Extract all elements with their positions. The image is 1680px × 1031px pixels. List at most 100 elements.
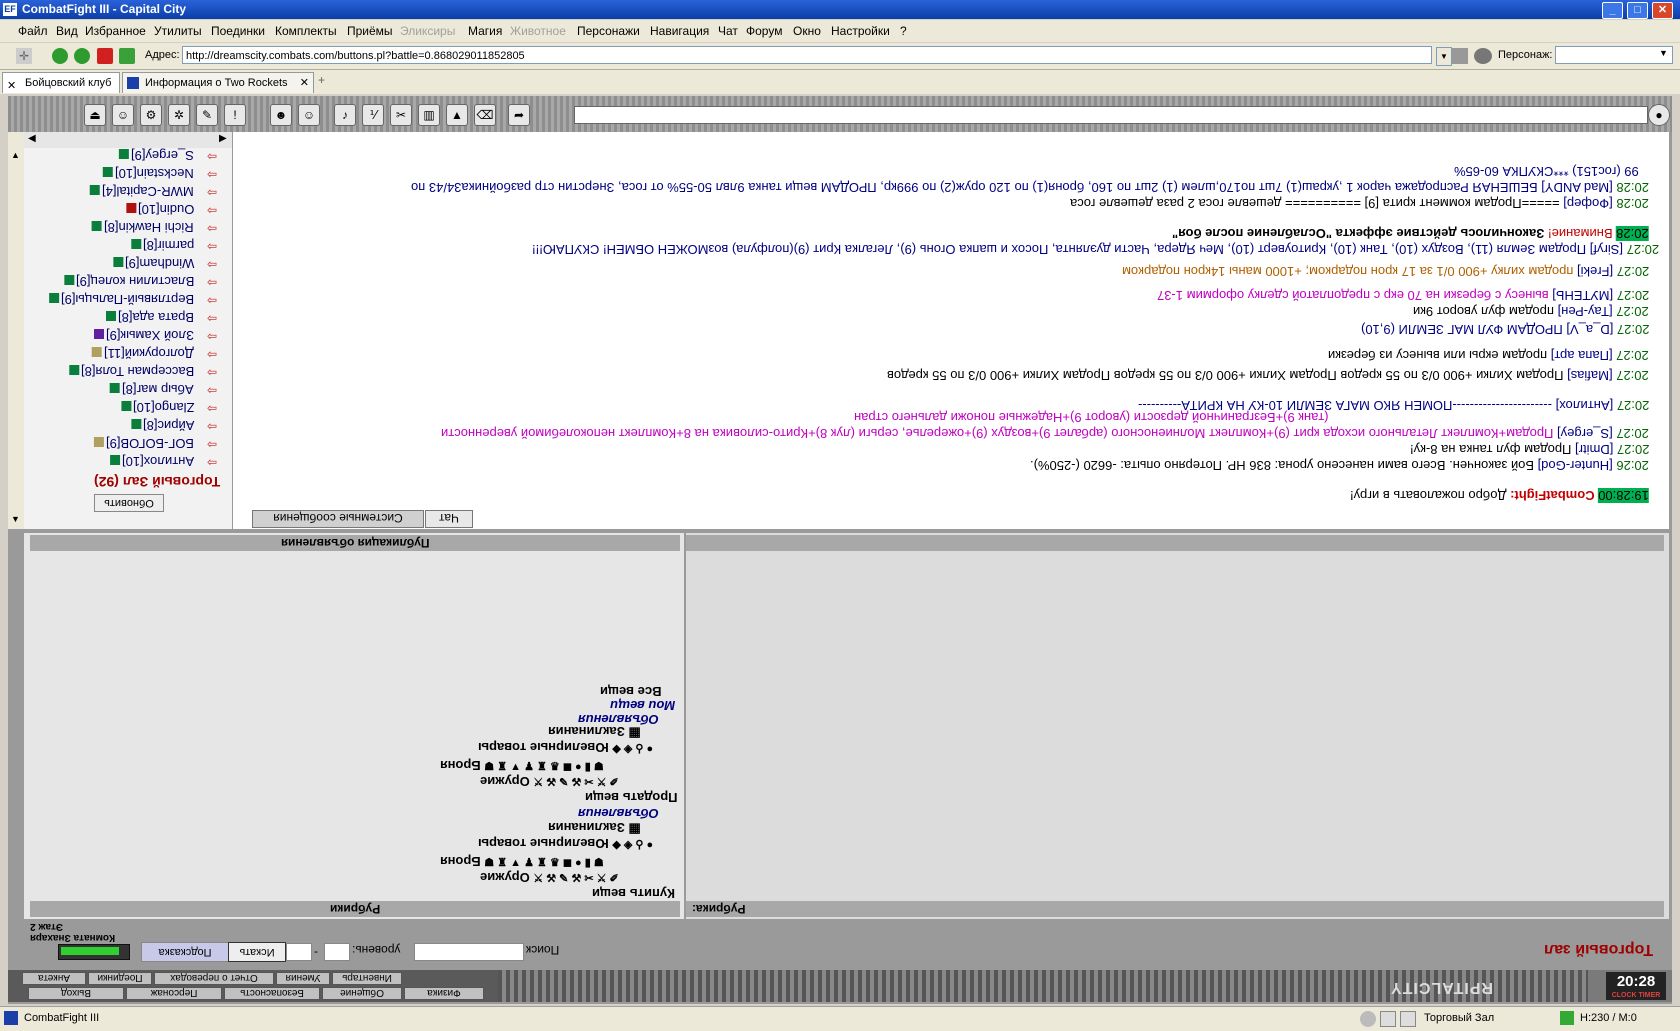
user-name[interactable]: Zlango[10] bbox=[133, 400, 194, 415]
private-arrow-icon[interactable]: ⇦ bbox=[207, 438, 225, 450]
menu-window[interactable]: Окно bbox=[793, 24, 821, 38]
user-name[interactable]: S_ergey[9] bbox=[131, 148, 194, 163]
online-user[interactable]: ⇦ Вассерман Толя[8] bbox=[24, 364, 232, 381]
chat-nick[interactable]: [Mad ANDY] bbox=[1541, 180, 1613, 195]
user-name[interactable]: Абыр маг[8] bbox=[122, 382, 194, 397]
room-link-2[interactable]: Этаж 2 bbox=[30, 921, 63, 932]
weapon-icons[interactable]: ⚔ ⚒ ✎ ⚒ ✂ ⚔ ✐ bbox=[533, 777, 618, 789]
menu-ball-icon[interactable]: ● bbox=[1648, 104, 1670, 126]
online-user[interactable]: ⇦ Oudin[10] bbox=[24, 202, 232, 219]
rubric-all-items[interactable]: Все вещи bbox=[600, 684, 661, 699]
window-status-icon[interactable] bbox=[1400, 1011, 1416, 1027]
user-name[interactable]: Злой Хамык[9] bbox=[106, 328, 194, 343]
online-hscroll[interactable]: ◀ ▶ bbox=[24, 132, 232, 148]
private-arrow-icon[interactable]: ⇦ bbox=[207, 456, 225, 468]
face-icon[interactable]: ☺ bbox=[298, 104, 320, 126]
chat-nick[interactable]: [Hunter-God] bbox=[1538, 458, 1613, 473]
maximize-button[interactable]: □ bbox=[1627, 2, 1648, 19]
user-name[interactable]: Властилин колец[9] bbox=[76, 274, 194, 289]
character-icon[interactable] bbox=[1474, 48, 1492, 64]
refresh-online-button[interactable]: Обновить bbox=[94, 494, 164, 512]
private-arrow-icon[interactable]: ⇦ bbox=[207, 150, 225, 162]
chat-nick[interactable]: [Антилох] bbox=[1555, 398, 1613, 413]
weapon-icons[interactable]: ⚔ ⚒ ✎ ⚒ ✂ ⚔ ✐ bbox=[533, 873, 618, 885]
chat-nick[interactable]: [D_a_V] bbox=[1566, 322, 1613, 337]
alert-icon[interactable]: ! bbox=[224, 104, 246, 126]
user-name[interactable]: Антилох[10] bbox=[122, 454, 194, 469]
character-select[interactable] bbox=[1555, 46, 1673, 64]
btn-character[interactable]: Персонаж bbox=[126, 987, 222, 1000]
online-user[interactable]: ⇦ Windham[9] bbox=[24, 256, 232, 273]
private-arrow-icon[interactable]: ⇦ bbox=[207, 366, 225, 378]
online-user[interactable]: ⇦ Абыр маг[8] bbox=[24, 382, 232, 399]
chat-message-input[interactable] bbox=[574, 106, 1648, 124]
send-icon[interactable]: ➦ bbox=[508, 104, 530, 126]
online-user[interactable]: ⇦ Антилох[10] bbox=[24, 454, 232, 471]
online-user[interactable]: ⇦ Врата ада[8] bbox=[24, 310, 232, 327]
chat-nick[interactable]: [S_ergey] bbox=[1557, 426, 1613, 441]
new-tab-icon[interactable]: + bbox=[318, 73, 336, 91]
close-button[interactable]: ✕ bbox=[1652, 2, 1673, 19]
menu-help[interactable]: ? bbox=[900, 24, 907, 38]
title-bar[interactable]: EF CombatFight III - Capital City _ □ ✕ bbox=[0, 0, 1680, 19]
rubric-sell-jewelry[interactable]: Ювелирные товары ◆ ◈ ⚲ ● bbox=[478, 740, 653, 755]
scroll-up-icon[interactable]: ▲ bbox=[11, 150, 20, 160]
online-user[interactable]: ⇦ Вертлявый-Пальцы[9] bbox=[24, 292, 232, 309]
online-user[interactable]: ⇦ S_ergey[9] bbox=[24, 148, 232, 165]
scroll-left-icon[interactable]: ◀ bbox=[28, 133, 36, 144]
btn-battles[interactable]: Поединки bbox=[88, 972, 152, 985]
private-arrow-icon[interactable]: ⇦ bbox=[207, 384, 225, 396]
online-user[interactable]: ⇦ Злой Хамык[9] bbox=[24, 328, 232, 345]
rubric-sell-weapons[interactable]: Оружие ⚔ ⚒ ✎ ⚒ ✂ ⚔ ✐ bbox=[480, 774, 619, 789]
user-name[interactable]: Долгорукий[11] bbox=[104, 346, 194, 361]
user-name[interactable]: Врата ада[8] bbox=[118, 310, 194, 325]
tab-info[interactable]: Информация о Two Rockets ✕ bbox=[122, 72, 314, 93]
btn-skills[interactable]: Умения bbox=[276, 972, 330, 985]
private-arrow-icon[interactable]: ⇦ bbox=[207, 240, 225, 252]
menu-view[interactable]: Вид bbox=[56, 24, 78, 38]
user-name[interactable]: БОГ-БОГОВ[9] bbox=[106, 436, 194, 451]
private-arrow-icon[interactable]: ⇦ bbox=[207, 330, 225, 342]
chat-nick[interactable]: [Siryf] bbox=[1590, 242, 1623, 257]
chat-nick[interactable]: [Мafias] bbox=[1567, 368, 1613, 383]
chat-nick[interactable]: [Dmitr] bbox=[1575, 442, 1613, 457]
rubric-buy-ads[interactable]: Объявления bbox=[578, 806, 659, 821]
rubric-sell[interactable]: Продать вещи bbox=[585, 790, 678, 805]
rubric-sell-armor[interactable]: Броня ☗ ♜ ▲ ♟ ♜ ♛ ◼ ● ▮ ☗ bbox=[440, 758, 604, 773]
private-arrow-icon[interactable]: ⇦ bbox=[207, 294, 225, 306]
online-user[interactable]: ⇦ БОГ-БОГОВ[9] bbox=[24, 436, 232, 453]
user-name[interactable]: Вассерман Толя[8] bbox=[81, 364, 194, 379]
rubric-buy-jewelry[interactable]: Ювелирные товары ◆ ◈ ⚲ ● bbox=[478, 836, 653, 851]
menu-favorites[interactable]: Избранное bbox=[85, 24, 146, 38]
private-arrow-icon[interactable]: ⇦ bbox=[207, 204, 225, 216]
forward-icon[interactable] bbox=[74, 48, 90, 64]
private-arrow-icon[interactable]: ⇦ bbox=[207, 258, 225, 270]
menu-navigation[interactable]: Навигация bbox=[650, 24, 709, 38]
character-dropdown-icon[interactable]: ▼ bbox=[1659, 48, 1668, 58]
chat-nick[interactable]: [Тау-Рен] bbox=[1558, 304, 1613, 319]
user-name[interactable]: Richi Hawkin[8] bbox=[104, 220, 194, 235]
menu-file[interactable]: Файл bbox=[18, 24, 48, 38]
online-user[interactable]: ⇦ Neckstain[10] bbox=[24, 166, 232, 183]
online-scrollbar[interactable]: ▲ ▼ bbox=[8, 132, 24, 529]
go-icon[interactable] bbox=[1452, 48, 1468, 64]
chat-nick[interactable]: [Freki] bbox=[1577, 264, 1613, 279]
private-arrow-icon[interactable]: ⇦ bbox=[207, 420, 225, 432]
eraser-icon[interactable]: ⌫ bbox=[474, 104, 496, 126]
btn-physics[interactable]: Физика bbox=[404, 987, 484, 1000]
gear-icon[interactable]: ✲ bbox=[168, 104, 190, 126]
btn-social[interactable]: Общение bbox=[322, 987, 402, 1000]
char-icon[interactable]: ☺ bbox=[112, 104, 134, 126]
menu-magic[interactable]: Магия bbox=[468, 24, 502, 38]
jewelry-icons[interactable]: ◆ ◈ ⚲ ● bbox=[612, 743, 653, 755]
rubric-sell-spells[interactable]: Заклинания ▦ bbox=[548, 724, 641, 740]
online-user[interactable]: ⇦ Властилин колец[9] bbox=[24, 274, 232, 291]
room-link-1[interactable]: Комната Знахаря bbox=[30, 932, 115, 943]
armor-icons[interactable]: ☗ ♜ ▲ ♟ ♜ ♛ ◼ ● ▮ ☗ bbox=[484, 857, 603, 869]
filter-icon[interactable]: ▲ bbox=[446, 104, 468, 126]
private-arrow-icon[interactable]: ⇦ bbox=[207, 348, 225, 360]
menu-chat[interactable]: Чат bbox=[718, 24, 738, 38]
rubric-buy-weapons[interactable]: Оружие ⚔ ⚒ ✎ ⚒ ✂ ⚔ ✐ bbox=[480, 870, 619, 885]
scroll-down-icon[interactable]: ▼ bbox=[11, 514, 20, 524]
tab-system-messages[interactable]: Системные сообщения bbox=[252, 510, 424, 528]
